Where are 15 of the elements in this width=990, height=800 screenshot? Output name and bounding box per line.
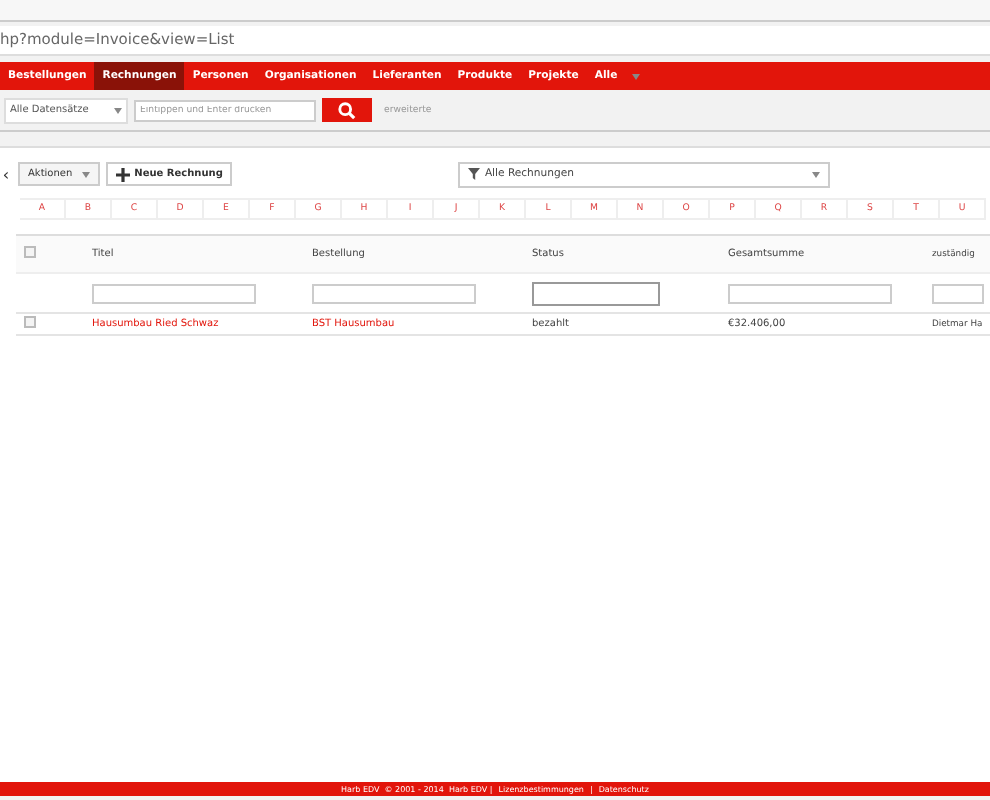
checkbox[interactable] <box>24 316 36 328</box>
plus-icon <box>116 167 131 181</box>
filter-field[interactable] <box>728 283 892 303</box>
filter-icon <box>468 168 481 180</box>
filter-field[interactable] <box>312 283 476 303</box>
filter-field[interactable] <box>532 281 660 305</box>
caret-icon <box>82 171 91 177</box>
caret-icon <box>114 107 122 113</box>
filter-field[interactable] <box>92 283 256 303</box>
back-button[interactable]: ‹ <box>0 165 12 183</box>
search-icon <box>338 101 356 119</box>
caret-icon <box>812 171 821 177</box>
filter-field[interactable] <box>932 283 984 303</box>
checkbox[interactable] <box>24 246 36 258</box>
search-button[interactable] <box>322 98 372 122</box>
